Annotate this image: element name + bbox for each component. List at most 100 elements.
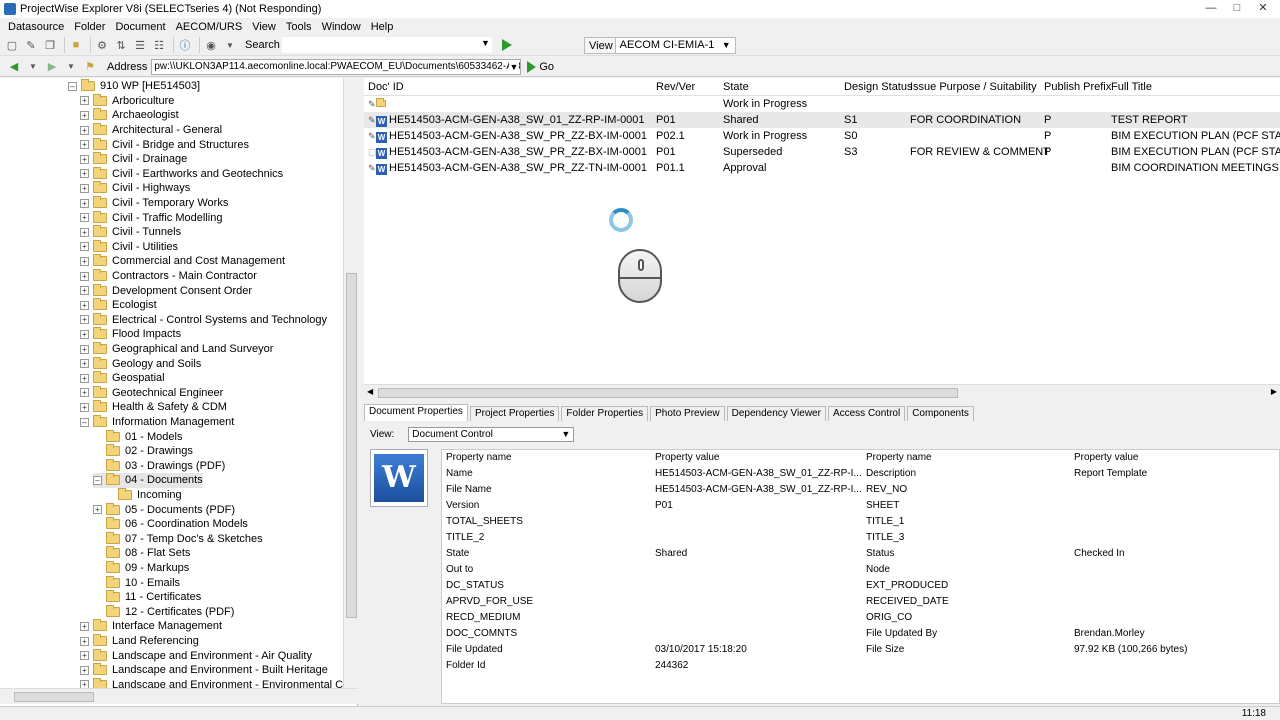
tree-item[interactable]: + Contractors - Main Contractor — [80, 269, 257, 284]
tree-item[interactable]: + Civil - Traffic Modelling — [80, 210, 222, 225]
expand-icon[interactable]: + — [80, 300, 89, 310]
collapse-icon[interactable]: – — [93, 475, 102, 485]
tab-folder-properties[interactable]: Folder Properties — [561, 406, 649, 421]
tab-components[interactable]: Components — [907, 406, 974, 421]
copy-icon[interactable]: ❐ — [42, 37, 58, 53]
expand-icon[interactable]: + — [80, 213, 89, 223]
tree-item[interactable]: 02 - Drawings — [106, 444, 193, 459]
scroll-left-icon[interactable]: ◀ — [367, 387, 373, 396]
tree-item[interactable]: +05 - Documents (PDF) — [93, 502, 235, 517]
tab-access-control[interactable]: Access Control — [827, 406, 906, 421]
tree-item[interactable]: + Civil - Bridge and Structures — [80, 137, 249, 152]
tree-item[interactable]: + Geospatial — [80, 371, 165, 386]
tree-item[interactable]: + Civil - Utilities — [80, 239, 178, 255]
expand-icon[interactable]: + — [80, 315, 89, 325]
menu-tools[interactable]: Tools — [281, 21, 317, 33]
back-icon[interactable]: ◀ — [6, 59, 22, 75]
document-row[interactable]: ✎ W HE514503-ACM-GEN-A38_SW_01_ZZ-RP-IM-00… — [364, 112, 1280, 128]
expand-icon[interactable]: + — [80, 256, 89, 266]
tree-horizontal-scrollbar[interactable] — [0, 688, 358, 704]
scrollbar-thumb[interactable] — [346, 273, 357, 618]
expand-icon[interactable]: + — [93, 505, 102, 515]
scroll-right-icon[interactable]: ▶ — [1271, 387, 1277, 396]
expand-icon[interactable]: + — [80, 198, 89, 208]
tree-item[interactable]: + Civil - Earthworks and Geotechnics — [80, 166, 283, 182]
help-icon[interactable]: ⓘ — [177, 37, 193, 53]
expand-icon[interactable]: + — [80, 227, 89, 237]
expand-icon[interactable]: + — [80, 110, 89, 120]
column-header-design-status[interactable]: Design Status — [844, 81, 912, 93]
document-row[interactable]: ✎ W HE514503-ACM-GEN-A38_SW_PR_ZZ-BX-IM-00… — [364, 128, 1280, 144]
tree-item[interactable]: + Flood Impacts — [80, 327, 181, 342]
props-view-dropdown[interactable]: Document Control ▼ — [408, 427, 575, 442]
tree-item[interactable]: + Geology and Soils — [80, 356, 201, 371]
column-header-doc-id[interactable]: Doc' ID — [368, 81, 404, 93]
tree-item[interactable]: 12 - Certificates (PDF) — [106, 604, 234, 620]
edit-icon[interactable]: ✎ — [23, 37, 39, 53]
tree-item[interactable]: 09 - Markups — [106, 561, 189, 576]
maximize-button[interactable]: □ — [1224, 1, 1250, 16]
document-row[interactable]: ✎ W HE514503-ACM-GEN-A38_SW_PR_ZZ-TN-IM-00… — [364, 160, 1280, 176]
tree-item[interactable]: + Landscape and Environment - Air Quality — [80, 648, 312, 663]
expand-icon[interactable]: + — [80, 125, 89, 135]
document-list-horizontal-scrollbar[interactable]: ◀ ▶ — [364, 384, 1280, 400]
chevron-down-icon[interactable]: ▼ — [222, 37, 238, 53]
view-selector[interactable]: View AECOM CI-EMIA-1 ▼ — [584, 37, 736, 54]
expand-icon[interactable]: + — [80, 621, 89, 631]
tree-item[interactable]: + Geographical and Land Surveyor — [80, 342, 273, 357]
view-dropdown[interactable]: AECOM CI-EMIA-1 ▼ — [614, 38, 735, 53]
tree-item[interactable]: 07 - Temp Doc's & Sketches — [106, 531, 263, 547]
tree-vertical-scrollbar[interactable] — [343, 78, 358, 688]
minimize-button[interactable]: — — [1198, 1, 1224, 16]
tree-item[interactable]: + Land Referencing — [80, 634, 199, 649]
tree-item-information-management[interactable]: – Information Management — [80, 415, 234, 430]
tree-item[interactable]: + Interface Management — [80, 619, 222, 634]
expand-icon[interactable]: + — [80, 169, 89, 179]
chevron-down-icon[interactable]: ▼ — [63, 59, 79, 75]
folder-icon[interactable]: ■ — [68, 37, 84, 53]
chevron-down-icon[interactable]: ▼ — [509, 59, 519, 74]
tree-item[interactable]: 06 - Coordination Models — [106, 517, 248, 532]
expand-icon[interactable]: + — [80, 402, 89, 412]
tree-item[interactable]: + Arboriculture — [80, 93, 174, 109]
search-input[interactable]: ▼ — [281, 37, 492, 53]
tree-item[interactable]: 08 - Flat Sets — [106, 546, 190, 561]
new-document-icon[interactable]: ▢ — [4, 37, 20, 53]
column-header-full-title[interactable]: Full Title — [1111, 81, 1152, 93]
column-header-issue-purpose[interactable]: Issue Purpose / Suitability — [910, 81, 1037, 93]
expand-icon[interactable]: + — [80, 329, 89, 339]
tree-item[interactable]: + Health & Safety & CDM — [80, 400, 227, 415]
address-input[interactable]: pw:\\UKLON3AP114.aecomonline.local:PWAEC… — [151, 58, 522, 75]
expand-icon[interactable]: + — [80, 636, 89, 646]
menu-help[interactable]: Help — [366, 21, 399, 33]
scrollbar-thumb[interactable] — [14, 692, 94, 702]
menu-document[interactable]: Document — [110, 21, 170, 33]
expand-icon[interactable]: + — [80, 96, 89, 106]
run-search-icon[interactable] — [501, 39, 512, 51]
document-row[interactable]: ▢W HE514503-ACM-GEN-A38_SW_PR_ZZ-BX-IM-00… — [364, 144, 1280, 160]
tree-item[interactable]: 01 - Models — [106, 429, 182, 444]
tab-photo-preview[interactable]: Photo Preview — [650, 406, 725, 421]
tree-item[interactable]: + Architectural - General — [80, 123, 222, 138]
menu-datasource[interactable]: Datasource — [3, 21, 69, 33]
menu-view[interactable]: View — [247, 21, 281, 33]
forward-icon[interactable]: ▶ — [44, 59, 60, 75]
expand-icon[interactable]: + — [80, 140, 89, 150]
menu-folder[interactable]: Folder — [69, 21, 110, 33]
tree-item[interactable]: Incoming — [118, 488, 182, 503]
tab-document-properties[interactable]: Document Properties — [364, 404, 468, 421]
menu-aecom-urs[interactable]: AECOM/URS — [171, 21, 248, 33]
tree-item[interactable]: + Geotechnical Engineer — [80, 385, 223, 401]
chevron-down-icon[interactable]: ▼ — [481, 38, 490, 48]
tree-item-selected[interactable]: – 04 - Documents — [93, 473, 203, 488]
column-header-publish-prefix[interactable]: Publish Prefix — [1044, 81, 1111, 93]
tree-item[interactable]: + Archaeologist — [80, 108, 179, 123]
expand-icon[interactable]: + — [80, 665, 89, 675]
close-button[interactable]: ✕ — [1250, 1, 1276, 16]
menu-window[interactable]: Window — [317, 21, 366, 33]
tree-item[interactable]: 03 - Drawings (PDF) — [106, 458, 225, 474]
chevron-down-icon[interactable]: ▼ — [25, 59, 41, 75]
expand-icon[interactable]: + — [80, 242, 89, 252]
expand-icon[interactable]: + — [80, 183, 89, 193]
tree-item[interactable]: + Civil - Tunnels — [80, 225, 181, 240]
